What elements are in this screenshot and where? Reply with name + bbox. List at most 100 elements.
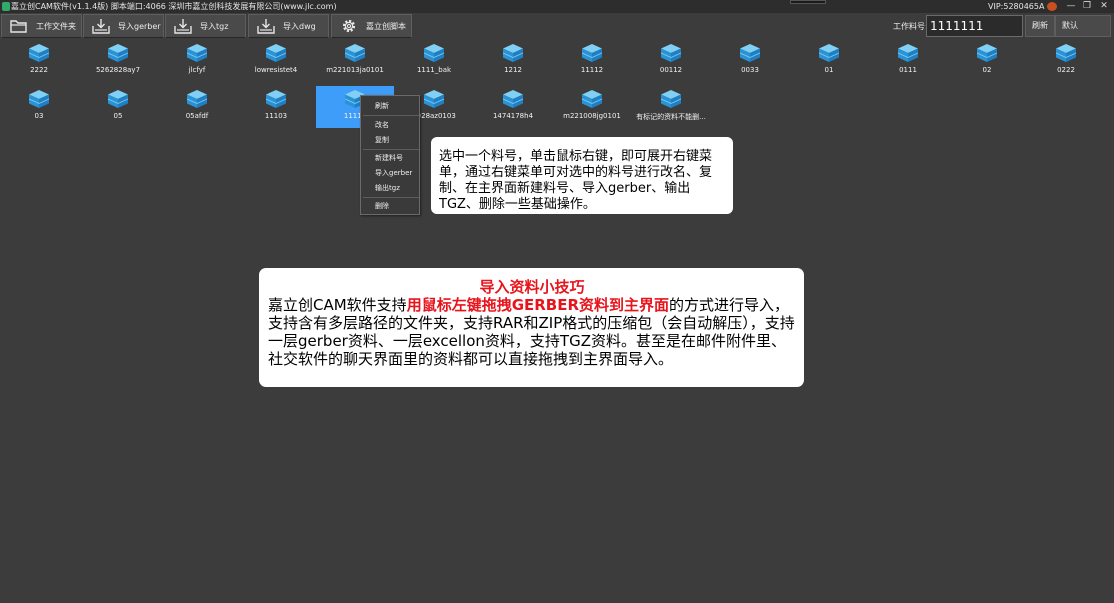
part-cube-icon: [661, 44, 681, 62]
context-menu: 刷新 改名 复制 新建料号 导入gerber 输出tgz 删除: [360, 95, 420, 215]
part-item-label: 05: [113, 112, 123, 120]
menu-item-refresh[interactable]: 刷新: [375, 101, 389, 111]
part-item[interactable]: jlcfyf: [158, 40, 236, 82]
part-cube-icon: [503, 44, 523, 62]
part-item-label: 11103: [264, 112, 288, 120]
part-number-label: 工作料号:: [893, 22, 928, 31]
part-item-label: 5262828ay7: [95, 66, 141, 74]
import-tray-icon: [172, 17, 194, 35]
part-item[interactable]: 11112: [553, 40, 631, 82]
minimize-button[interactable]: —: [1064, 0, 1078, 13]
refresh-button[interactable]: 刷新: [1025, 15, 1055, 37]
close-button[interactable]: ✕: [1097, 0, 1111, 13]
part-item[interactable]: 01: [790, 40, 868, 82]
work-folder-label: 工作文件夹: [36, 21, 76, 31]
restore-button[interactable]: ❐: [1080, 0, 1094, 13]
part-cube-icon: [108, 44, 128, 62]
part-item[interactable]: 2222: [0, 40, 78, 82]
part-item[interactable]: 11103: [237, 86, 315, 128]
import-tgz-label: 导入tgz: [200, 21, 229, 31]
part-cube-icon: [266, 90, 286, 108]
part-cube-icon: [187, 90, 207, 108]
menu-item-new-part[interactable]: 新建料号: [375, 153, 403, 163]
part-item-label: 02: [982, 66, 992, 74]
part-item-label: jlcfyf: [188, 66, 206, 74]
work-folder-button[interactable]: 工作文件夹: [1, 14, 82, 38]
window-title: 嘉立创CAM软件(v1.1.4版) 脚本端口:4066 深圳市嘉立创科技发展有限…: [11, 2, 337, 11]
import-gerber-label: 导入gerber: [118, 21, 161, 31]
part-cube-icon: [345, 44, 365, 62]
part-cube-icon: [740, 44, 760, 62]
part-item[interactable]: 0222: [1027, 40, 1105, 82]
import-tray-icon: [90, 17, 112, 35]
part-item-label: 1212: [504, 66, 522, 74]
import-tip-text-start: 嘉立创CAM软件支持: [268, 296, 407, 314]
part-item-label: 01: [824, 66, 834, 74]
part-cube-icon: [977, 44, 997, 62]
import-tip-body: 嘉立创CAM软件支持用鼠标左键拖拽GERBER资料到主界面的方式进行导入，支持含…: [268, 296, 796, 368]
part-item[interactable]: 1111_bak: [395, 40, 473, 82]
part-item-label: lowresistet4: [254, 66, 298, 74]
part-item-label: 0111: [899, 66, 917, 74]
vip-id: VIP:5280465A: [988, 2, 1045, 11]
gear-icon: [338, 17, 360, 35]
part-cube-icon: [582, 44, 602, 62]
part-number-input[interactable]: [926, 15, 1023, 37]
part-grid: 2222 5262828ay7 jlcfyf lowresistet4 m221013j…: [0, 40, 1114, 140]
user-avatar-icon[interactable]: [1047, 2, 1057, 11]
part-item[interactable]: 00112: [632, 40, 710, 82]
menu-item-copy[interactable]: 复制: [375, 135, 389, 145]
jlc-script-label: 嘉立创脚本: [366, 21, 406, 31]
part-cube-icon: [29, 44, 49, 62]
part-item[interactable]: m221008jg0101: [553, 86, 631, 128]
part-cube-icon: [187, 44, 207, 62]
menu-separator: [363, 197, 419, 198]
part-item[interactable]: 05: [79, 86, 157, 128]
part-item-label: 0033: [741, 66, 759, 74]
part-cube-icon: [424, 90, 444, 108]
context-menu-tip-text: 选中一个料号，单击鼠标右键，即可展开右键菜单，通过右键菜单可对选中的料号进行改名…: [439, 149, 713, 212]
menu-separator: [363, 115, 419, 116]
part-cube-icon: [108, 90, 128, 108]
part-item[interactable]: 0033: [711, 40, 789, 82]
part-item[interactable]: lowresistet4: [237, 40, 315, 82]
import-dwg-label: 导入dwg: [283, 21, 316, 31]
import-tip-highlight: 用鼠标左键拖拽GERBER资料到主界面: [406, 296, 670, 314]
part-cube-icon: [503, 90, 523, 108]
jlc-script-button[interactable]: 嘉立创脚本: [331, 14, 412, 38]
import-tip: 导入资料小技巧 嘉立创CAM软件支持用鼠标左键拖拽GERBER资料到主界面的方式…: [259, 268, 804, 387]
part-item[interactable]: 1212: [474, 40, 552, 82]
part-item-label: 2222: [30, 66, 48, 74]
part-item[interactable]: 1474178h4: [474, 86, 552, 128]
part-item-label: 05afdf: [185, 112, 209, 120]
part-cube-icon: [661, 90, 681, 108]
menu-item-import-gerber[interactable]: 导入gerber: [375, 168, 412, 178]
title-bar: 嘉立创CAM软件(v1.1.4版) 脚本端口:4066 深圳市嘉立创科技发展有限…: [0, 0, 1114, 13]
part-cube-icon: [1056, 44, 1076, 62]
import-dwg-button[interactable]: 导入dwg: [248, 14, 329, 38]
part-item[interactable]: 02: [948, 40, 1026, 82]
context-menu-tip: 选中一个料号，单击鼠标右键，即可展开右键菜单，通过右键菜单可对选中的料号进行改名…: [431, 137, 733, 214]
part-item[interactable]: m221013ja0101: [316, 40, 394, 82]
part-item[interactable]: 5262828ay7: [79, 40, 157, 82]
folder-icon: [8, 17, 30, 35]
part-item-label: 00112: [659, 66, 683, 74]
menu-item-rename[interactable]: 改名: [375, 120, 389, 130]
part-cube-icon: [266, 44, 286, 62]
part-item-label: 1111_bak: [416, 66, 452, 74]
import-gerber-button[interactable]: 导入gerber: [83, 14, 164, 38]
import-tray-icon: [255, 17, 277, 35]
menu-item-delete[interactable]: 删除: [375, 201, 389, 211]
menu-item-export-tgz[interactable]: 输出tgz: [375, 183, 400, 193]
part-item-label: m221008jg0101: [563, 112, 621, 120]
menu-separator: [363, 149, 419, 150]
part-item-label: m221013ja0101: [326, 66, 384, 74]
import-tgz-button[interactable]: 导入tgz: [165, 14, 246, 38]
part-item[interactable]: 0111: [869, 40, 947, 82]
part-item[interactable]: 03: [0, 86, 78, 128]
part-item[interactable]: 有标记的资料不能删...: [632, 86, 710, 128]
drag-handle[interactable]: [790, 0, 826, 4]
part-item-label: 0222: [1057, 66, 1075, 74]
part-item[interactable]: 05afdf: [158, 86, 236, 128]
default-button[interactable]: 默认: [1055, 15, 1111, 37]
